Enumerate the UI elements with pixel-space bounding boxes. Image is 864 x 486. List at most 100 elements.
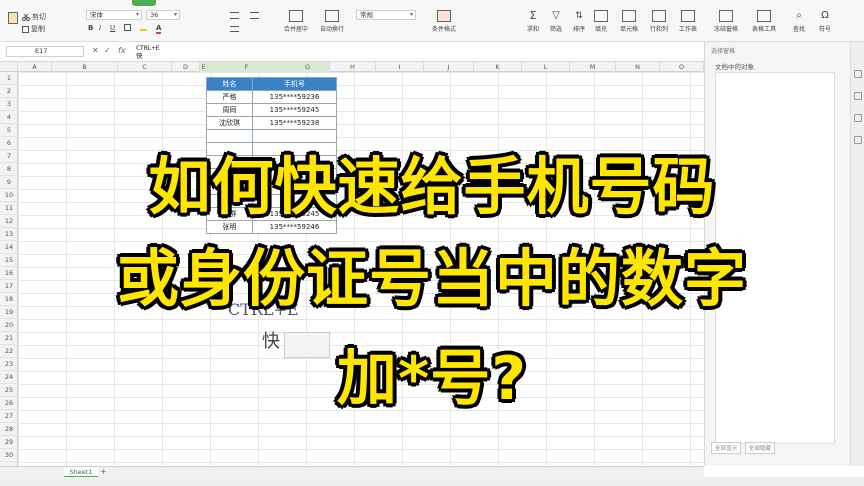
- paste-button[interactable]: [8, 12, 18, 24]
- header-phone[interactable]: 手机号: [252, 77, 337, 91]
- row-header-24[interactable]: 24: [0, 371, 18, 384]
- confirm-icon[interactable]: ✓: [104, 46, 111, 55]
- table-tools-button[interactable]: 表格工具: [752, 10, 776, 33]
- row-header-20[interactable]: 20: [0, 319, 18, 332]
- align-left-button[interactable]: [230, 26, 239, 32]
- column-header-c[interactable]: C: [118, 62, 172, 72]
- name-cell[interactable]: [206, 129, 253, 143]
- column-header-n[interactable]: N: [616, 62, 660, 72]
- row-header-6[interactable]: 6: [0, 137, 18, 150]
- row-header-4[interactable]: 4: [0, 111, 18, 124]
- phone-cell[interactable]: [252, 129, 337, 143]
- conditional-format-button[interactable]: 条件格式: [432, 10, 456, 33]
- row-header-18[interactable]: 18: [0, 293, 18, 306]
- name-cell[interactable]: 陈群: [206, 207, 253, 221]
- fx-icon[interactable]: fx: [118, 46, 126, 55]
- name-cell[interactable]: [206, 181, 253, 195]
- column-header-g[interactable]: G: [286, 62, 330, 72]
- phone-cell[interactable]: 135****59238: [252, 116, 337, 130]
- fill-button[interactable]: 填充: [594, 10, 608, 33]
- phone-cell[interactable]: [252, 194, 337, 208]
- row-header-16[interactable]: 16: [0, 267, 18, 280]
- cell-grid[interactable]: [18, 72, 704, 466]
- name-cell[interactable]: 严格: [206, 90, 253, 104]
- symbol-button[interactable]: Ω 符号: [818, 10, 832, 33]
- rowcol-button[interactable]: 行和列: [650, 10, 668, 33]
- hide-all-button[interactable]: 全部隐藏: [745, 442, 776, 454]
- column-header-e[interactable]: E: [200, 62, 208, 72]
- column-header-k[interactable]: K: [474, 62, 522, 72]
- row-header-2[interactable]: 2: [0, 85, 18, 98]
- row-header-15[interactable]: 15: [0, 254, 18, 267]
- sum-button[interactable]: Σ 求和: [526, 10, 540, 34]
- ime-candidate-popup[interactable]: [284, 332, 330, 358]
- sheet-button[interactable]: 工作表: [679, 10, 697, 33]
- font-size-select[interactable]: 36: [146, 10, 180, 20]
- freeze-panes-button[interactable]: 冻结窗格: [714, 10, 738, 33]
- sort-button[interactable]: ⇅ 排序: [572, 10, 586, 33]
- phone-cell[interactable]: [252, 181, 337, 195]
- name-cell[interactable]: 周同: [206, 103, 253, 117]
- row-header-30[interactable]: 30: [0, 449, 18, 462]
- add-sheet-button[interactable]: +: [100, 467, 107, 477]
- tab-start[interactable]: [132, 0, 156, 6]
- row-header-1[interactable]: 1: [0, 72, 18, 85]
- row-header-14[interactable]: 14: [0, 241, 18, 254]
- row-header-3[interactable]: 3: [0, 98, 18, 111]
- column-header-h[interactable]: H: [330, 62, 376, 72]
- spreadsheet-grid[interactable]: ABCDEFGHIJKLMNO 1 2 3 4 5 6 7 8 9 10 11 12 13 14 15 16 1…: [0, 62, 704, 466]
- cut-button[interactable]: 剪切: [22, 12, 46, 22]
- border-button[interactable]: [124, 24, 131, 31]
- find-button[interactable]: ⌕ 查找: [792, 10, 806, 33]
- copy-button[interactable]: 复制: [22, 24, 45, 34]
- row-header-13[interactable]: 13: [0, 228, 18, 241]
- column-header-b[interactable]: B: [52, 62, 118, 72]
- row-header-11[interactable]: 11: [0, 202, 18, 215]
- column-header-l[interactable]: L: [522, 62, 570, 72]
- column-header-m[interactable]: M: [570, 62, 616, 72]
- column-header-i[interactable]: I: [376, 62, 424, 72]
- font-color-button[interactable]: A: [156, 24, 162, 34]
- header-name[interactable]: 姓名: [206, 77, 253, 91]
- row-header-25[interactable]: 25: [0, 384, 18, 397]
- row-header-22[interactable]: 22: [0, 345, 18, 358]
- fill-color-button[interactable]: [140, 24, 147, 31]
- cancel-icon[interactable]: ✕: [92, 46, 99, 55]
- row-header-21[interactable]: 21: [0, 332, 18, 345]
- pane-strip-icon-2[interactable]: [854, 92, 862, 100]
- column-header-f[interactable]: F: [208, 62, 286, 72]
- align-middle-button[interactable]: [250, 12, 259, 19]
- name-cell[interactable]: [206, 155, 253, 169]
- wrap-text-button[interactable]: 自动换行: [320, 10, 344, 33]
- row-header-9[interactable]: 9: [0, 176, 18, 189]
- row-header-27[interactable]: 27: [0, 410, 18, 423]
- formula-input[interactable]: CTRL+E 快: [136, 44, 159, 60]
- row-header-7[interactable]: 7: [0, 150, 18, 163]
- phone-cell[interactable]: 135****59245: [252, 207, 337, 221]
- row-header-26[interactable]: 26: [0, 397, 18, 410]
- column-header-o[interactable]: O: [660, 62, 704, 72]
- cell-button[interactable]: 单元格: [620, 10, 638, 33]
- phone-cell[interactable]: [252, 168, 337, 182]
- row-header-28[interactable]: 28: [0, 423, 18, 436]
- number-format-select[interactable]: 常规: [356, 10, 416, 20]
- name-cell[interactable]: 沈欣琪: [206, 116, 253, 130]
- phone-cell[interactable]: 135****59245: [252, 103, 337, 117]
- pane-strip-icon-1[interactable]: [854, 70, 862, 78]
- row-header-10[interactable]: 10: [0, 189, 18, 202]
- select-all-corner[interactable]: [0, 62, 18, 72]
- row-header-5[interactable]: 5: [0, 124, 18, 137]
- row-header-17[interactable]: 17: [0, 280, 18, 293]
- phone-cell[interactable]: 135****59236: [252, 90, 337, 104]
- row-header-8[interactable]: 8: [0, 163, 18, 176]
- column-header-d[interactable]: D: [172, 62, 200, 72]
- pane-strip-icon-4[interactable]: [854, 136, 862, 144]
- font-name-select[interactable]: 宋体: [86, 10, 142, 20]
- bold-button[interactable]: B: [88, 24, 93, 32]
- pane-strip-icon-3[interactable]: [854, 114, 862, 122]
- name-cell[interactable]: 张明: [206, 220, 253, 234]
- underline-button[interactable]: U: [110, 24, 115, 32]
- italic-button[interactable]: I: [99, 24, 101, 32]
- column-header-a[interactable]: A: [18, 62, 52, 72]
- name-cell[interactable]: [206, 194, 253, 208]
